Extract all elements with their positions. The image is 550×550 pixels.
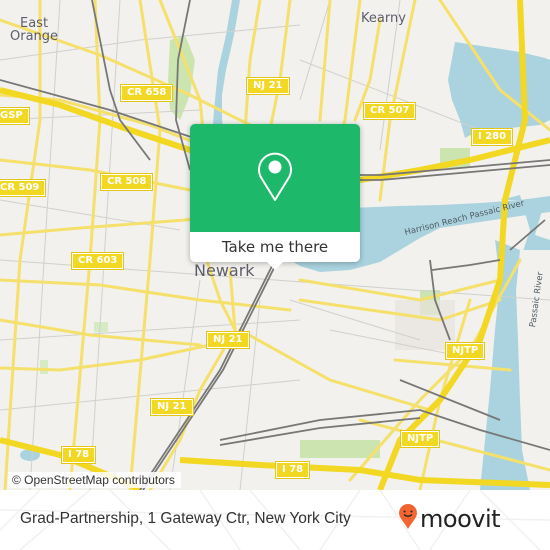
place-label-east-orange-line2: Orange bbox=[10, 29, 59, 44]
route-shield-cr-508: CR 508 bbox=[99, 173, 154, 191]
route-shield-nj-21: NJ 21 bbox=[246, 77, 290, 95]
moovit-logo[interactable]: moovit bbox=[398, 504, 501, 534]
route-shield-njtp: NJTP bbox=[399, 430, 441, 448]
take-me-there-button[interactable]: Take me there bbox=[190, 232, 360, 262]
map[interactable]: East Orange Kearny Newark Harrison Reach… bbox=[0, 0, 550, 490]
moovit-wordmark: moovit bbox=[420, 505, 501, 533]
route-shield-nj-21: NJ 21 bbox=[206, 331, 250, 349]
place-label-newark: Newark bbox=[194, 261, 255, 280]
route-shield-i-78: I 78 bbox=[274, 461, 311, 479]
location-popup: Take me there bbox=[190, 124, 360, 270]
moovit-pin-icon bbox=[398, 504, 418, 534]
route-shield-gsp: GSP bbox=[0, 107, 30, 125]
route-shield-cr-507: CR 507 bbox=[362, 102, 417, 120]
route-shield-cr-658: CR 658 bbox=[119, 84, 174, 102]
popup-pointer bbox=[267, 262, 283, 270]
route-shield-cr-603: CR 603 bbox=[70, 252, 125, 270]
popup-pin-area[interactable] bbox=[190, 124, 360, 232]
place-label-east-orange: East Orange bbox=[10, 17, 58, 43]
route-shield-cr-509: CR 509 bbox=[0, 179, 47, 197]
place-label-kearny: Kearny bbox=[361, 11, 406, 26]
footer: Grad-Partnership, 1 Gateway Ctr, New Yor… bbox=[0, 490, 550, 550]
route-shield-njtp: NJTP bbox=[444, 342, 486, 360]
route-shield-i-78: I 78 bbox=[60, 446, 97, 464]
map-attribution[interactable]: © OpenStreetMap contributors bbox=[8, 472, 181, 488]
route-shield-i-280: I 280 bbox=[470, 128, 514, 146]
map-pin-icon bbox=[256, 149, 294, 207]
location-title: Grad-Partnership, 1 Gateway Ctr, New Yor… bbox=[20, 510, 351, 527]
route-shield-nj-21: NJ 21 bbox=[150, 398, 194, 416]
